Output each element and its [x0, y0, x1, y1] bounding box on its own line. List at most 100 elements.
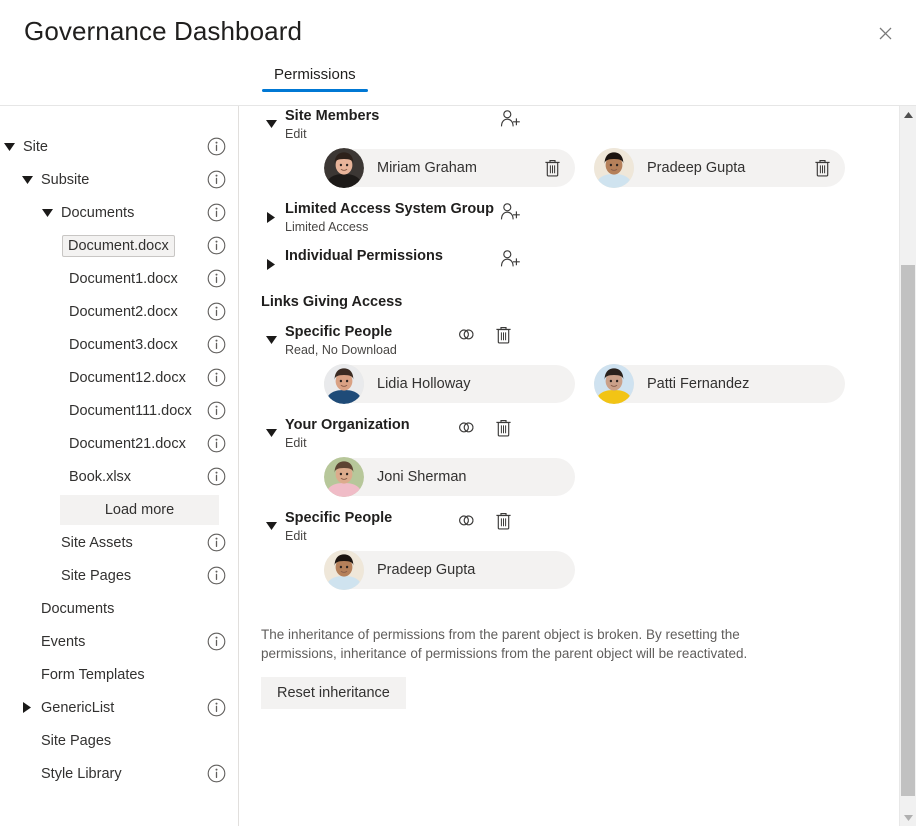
sidebar-item-events[interactable]: Events	[0, 625, 238, 658]
info-icon[interactable]	[207, 137, 226, 156]
info-icon[interactable]	[207, 467, 226, 486]
add-person-icon[interactable]	[500, 108, 522, 130]
group-title[interactable]: Your Organization	[285, 417, 410, 433]
sidebar-item-document1-docx[interactable]: Document1.docx	[0, 262, 238, 295]
group-title[interactable]: Limited Access System Group	[285, 201, 494, 217]
info-icon[interactable]	[207, 269, 226, 288]
chevron-down-icon[interactable]	[20, 173, 34, 187]
chevron-down-icon[interactable]	[264, 519, 278, 533]
tab-permissions[interactable]: Permissions	[262, 66, 368, 92]
sidebar-item-document21-docx[interactable]: Document21.docx	[0, 427, 238, 460]
sidebar-item-site-assets[interactable]: Site Assets	[0, 526, 238, 559]
group-title[interactable]: Specific People	[285, 510, 392, 526]
sidebar-item-label[interactable]: Document2.docx	[63, 301, 184, 323]
chevron-right-icon[interactable]	[264, 210, 278, 224]
delete-icon[interactable]	[492, 417, 514, 439]
chevron-down-icon[interactable]	[264, 333, 278, 347]
info-icon[interactable]	[207, 632, 226, 651]
sidebar-item-style-library[interactable]: Style Library	[0, 757, 238, 790]
info-icon[interactable]	[207, 533, 226, 552]
sidebar-item-document2-docx[interactable]: Document2.docx	[0, 295, 238, 328]
link-icon[interactable]	[455, 510, 477, 532]
info-icon[interactable]	[207, 335, 226, 354]
close-icon[interactable]	[868, 16, 902, 50]
sidebar-item-label[interactable]: Document1.docx	[63, 268, 184, 290]
group-title[interactable]: Individual Permissions	[285, 248, 443, 264]
info-icon[interactable]	[207, 401, 226, 420]
sidebar-item-site-pages[interactable]: Site Pages	[0, 559, 238, 592]
info-icon[interactable]	[207, 170, 226, 189]
sidebar-item-form-templates[interactable]: Form Templates	[0, 658, 238, 691]
chevron-down-icon[interactable]	[264, 117, 278, 131]
info-icon[interactable]	[207, 236, 226, 255]
link-icon[interactable]	[455, 417, 477, 439]
info-icon[interactable]	[207, 566, 226, 585]
group-title[interactable]: Specific People	[285, 324, 392, 340]
sidebar-item-label[interactable]: Site	[17, 136, 54, 158]
dialog-header: Governance Dashboard	[0, 0, 916, 62]
sidebar-item-book-xlsx[interactable]: Book.xlsx	[0, 460, 238, 493]
delete-icon[interactable]	[813, 158, 833, 178]
sidebar-item-document111-docx[interactable]: Document111.docx	[0, 394, 238, 427]
link-icon[interactable]	[455, 324, 477, 346]
delete-icon[interactable]	[492, 510, 514, 532]
info-icon[interactable]	[207, 203, 226, 222]
member-pill[interactable]: Pradeep Gupta	[324, 550, 575, 590]
sidebar-item-site[interactable]: Site	[0, 130, 238, 163]
avatar	[324, 550, 364, 590]
sidebar-item-site-pages[interactable]: Site Pages	[0, 724, 238, 757]
sidebar-item-label[interactable]: Documents	[55, 202, 140, 224]
sidebar-item-genericlist[interactable]: GenericList	[0, 691, 238, 724]
sidebar-item-label[interactable]: Documents	[35, 598, 120, 620]
member-row: Lidia Holloway Patti Fernandez	[285, 364, 893, 404]
group-title[interactable]: Site Members	[285, 108, 379, 124]
sidebar-item-label[interactable]: Site Pages	[55, 565, 137, 587]
chevron-down-icon[interactable]	[2, 140, 16, 154]
delete-icon[interactable]	[543, 158, 563, 178]
sidebar-item-label[interactable]: Form Templates	[35, 664, 151, 686]
chevron-right-icon[interactable]	[264, 257, 278, 271]
scroll-up-arrow-icon[interactable]	[900, 106, 916, 123]
sidebar-item-documents[interactable]: Documents	[0, 196, 238, 229]
chevron-down-icon[interactable]	[264, 426, 278, 440]
member-pill[interactable]: Joni Sherman	[324, 457, 575, 497]
sidebar-item-label[interactable]: Book.xlsx	[63, 466, 137, 488]
info-icon[interactable]	[207, 764, 226, 783]
info-icon[interactable]	[207, 434, 226, 453]
sidebar-item-label[interactable]: Document12.docx	[63, 367, 192, 389]
sidebar-item-label[interactable]: Style Library	[35, 763, 128, 785]
member-pill[interactable]: Patti Fernandez	[594, 364, 845, 404]
scroll-down-arrow-icon[interactable]	[900, 809, 916, 826]
member-pill[interactable]: Pradeep Gupta	[594, 148, 845, 188]
sidebar-item-subsite[interactable]: Subsite	[0, 163, 238, 196]
info-icon[interactable]	[207, 302, 226, 321]
info-icon[interactable]	[207, 368, 226, 387]
chevron-down-icon[interactable]	[40, 206, 54, 220]
sidebar-item-label[interactable]: Site Assets	[55, 532, 139, 554]
add-person-icon[interactable]	[500, 248, 522, 270]
sidebar-item-document3-docx[interactable]: Document3.docx	[0, 328, 238, 361]
sidebar-item-document12-docx[interactable]: Document12.docx	[0, 361, 238, 394]
sidebar-item-document-docx[interactable]: Document.docx	[0, 229, 238, 262]
reset-inheritance-button[interactable]: Reset inheritance	[261, 677, 406, 709]
sidebar-item-label[interactable]: Document111.docx	[63, 400, 198, 422]
delete-icon[interactable]	[492, 324, 514, 346]
sidebar-item-label[interactable]: GenericList	[35, 697, 120, 719]
sidebar-item-documents[interactable]: Documents	[0, 592, 238, 625]
sidebar-item-label[interactable]: Subsite	[35, 169, 95, 191]
chevron-right-icon[interactable]	[20, 701, 34, 715]
load-more-button[interactable]: Load more	[60, 495, 219, 525]
sidebar-item-label[interactable]: Document.docx	[62, 234, 175, 257]
add-person-icon[interactable]	[500, 201, 522, 223]
sidebar-item-label[interactable]: Site Pages	[35, 730, 117, 752]
avatar	[324, 457, 364, 497]
sidebar-item-label[interactable]: Document3.docx	[63, 334, 184, 356]
member-pill[interactable]: Lidia Holloway	[324, 364, 575, 404]
vertical-scrollbar[interactable]	[899, 106, 916, 826]
info-icon[interactable]	[207, 698, 226, 717]
sidebar-item-label[interactable]: Document21.docx	[63, 433, 192, 455]
sidebar-item-label[interactable]: Events	[35, 631, 91, 653]
group-permission-level: Read, No Download	[285, 343, 397, 357]
scrollbar-thumb[interactable]	[901, 265, 915, 796]
member-pill[interactable]: Miriam Graham	[324, 148, 575, 188]
